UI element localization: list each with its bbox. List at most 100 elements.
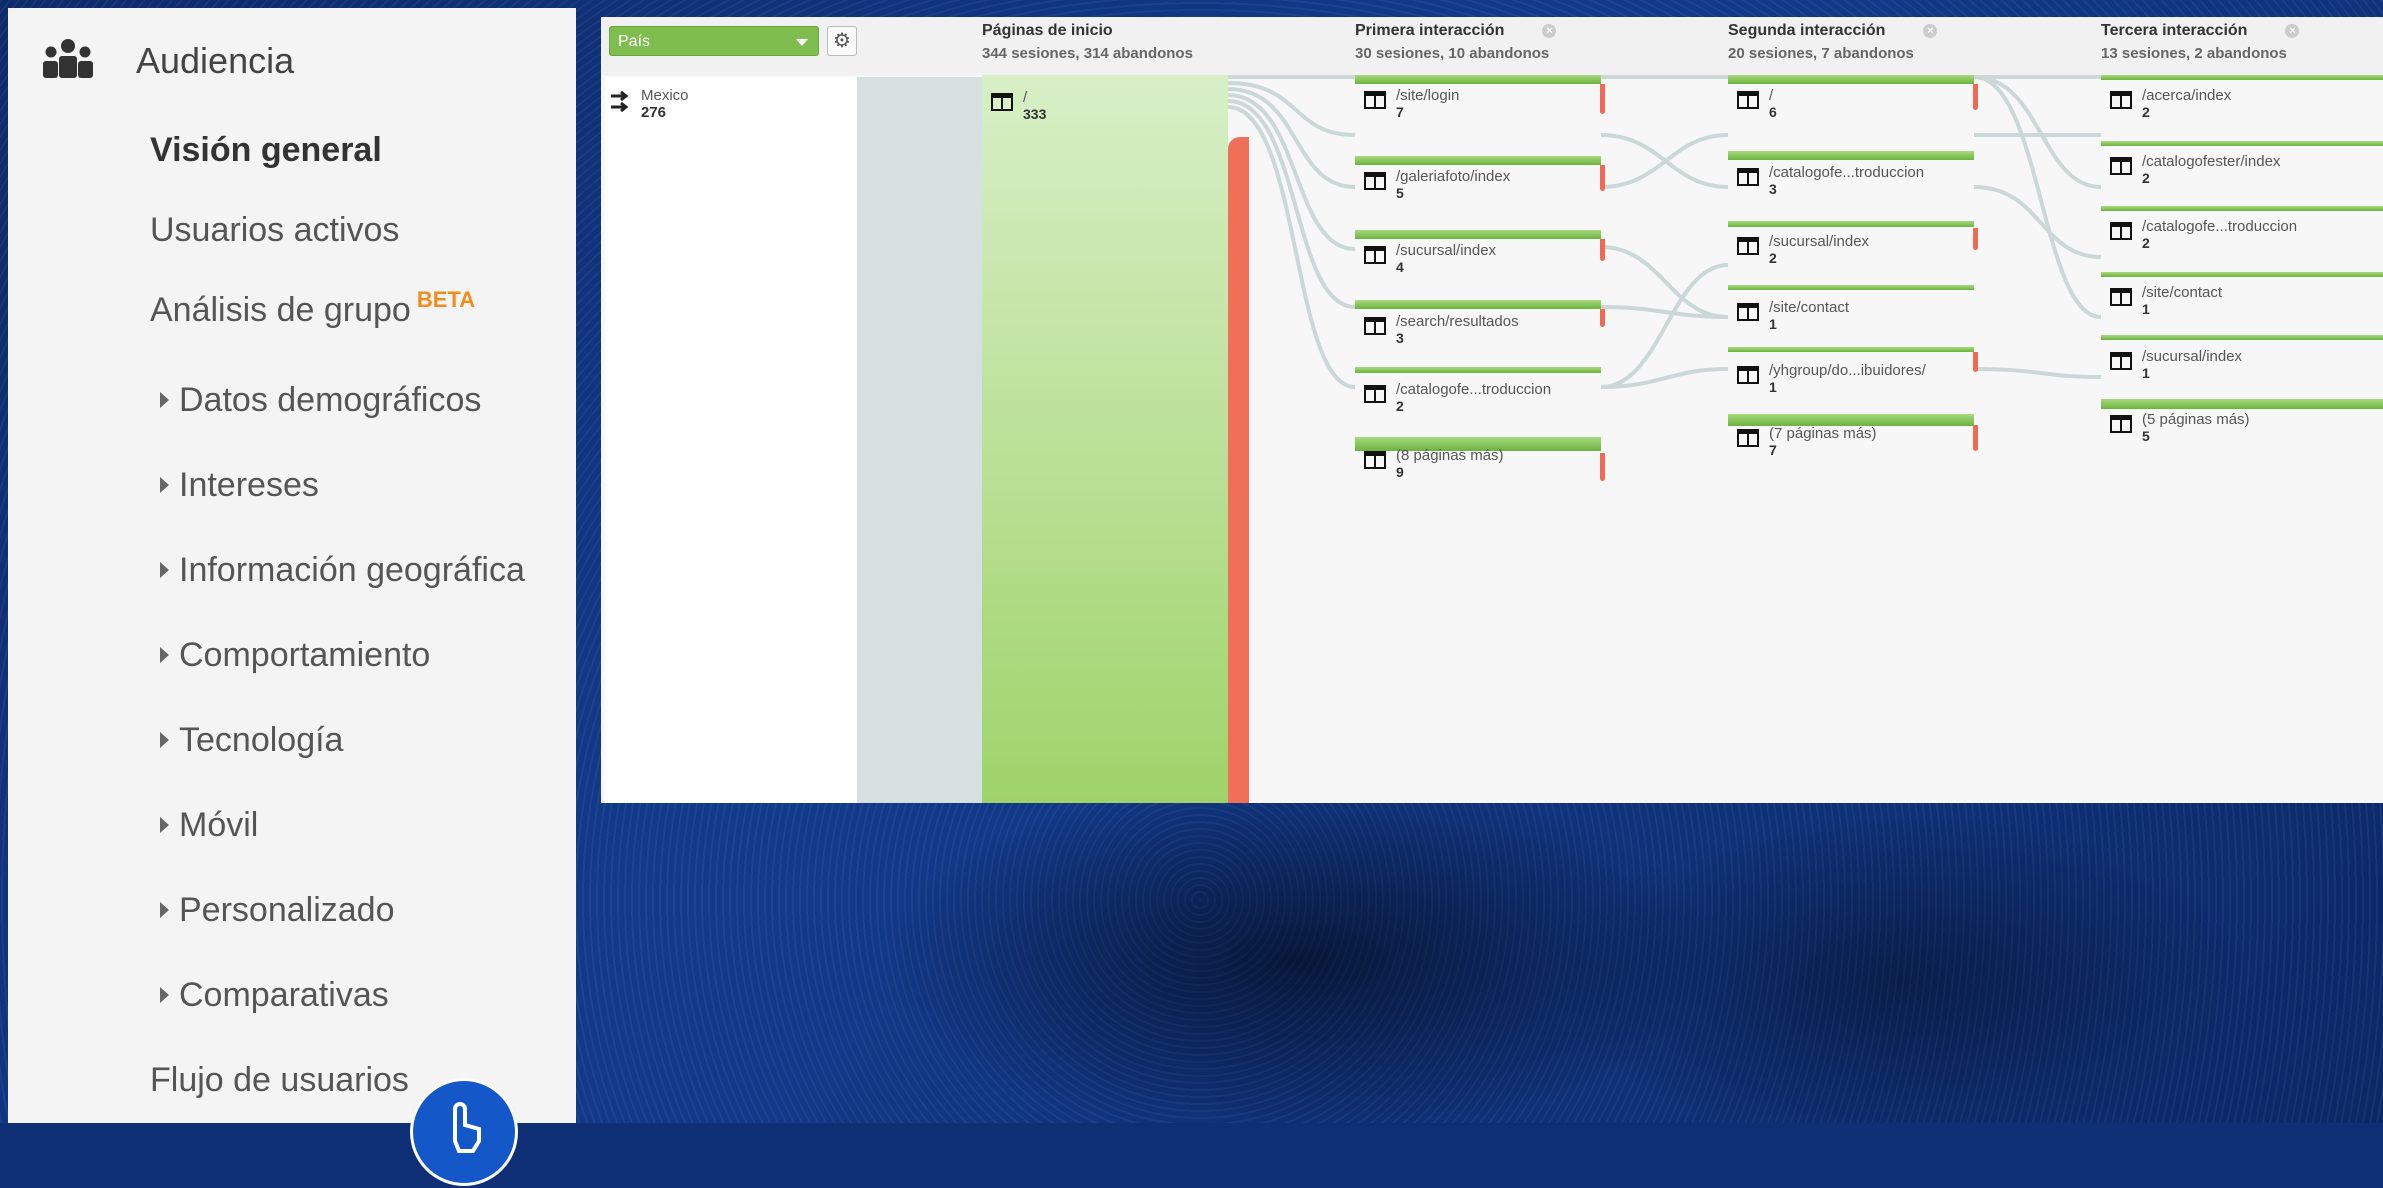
node-bar[interactable]: [2101, 272, 2383, 277]
first-node[interactable]: /catalogofe...troduccion 2: [1364, 381, 1552, 414]
node-bar[interactable]: [1728, 75, 1974, 84]
page-icon: [1737, 168, 1759, 186]
node-bar[interactable]: [1728, 347, 1974, 352]
node-bar[interactable]: [1355, 367, 1601, 373]
node-dropoff[interactable]: [1600, 453, 1605, 481]
page-icon: [2110, 222, 2132, 240]
nav-intereses[interactable]: Intereses: [160, 466, 319, 505]
node-label: /site/contact: [1769, 299, 1850, 316]
third-node[interactable]: /catalogofe...troduccion 2: [2110, 218, 2298, 251]
node-label: (5 páginas más): [2142, 411, 2250, 428]
section-title[interactable]: Audiencia: [136, 40, 294, 82]
nav-datos-demograficos[interactable]: Datos demográficos: [160, 381, 481, 420]
node-label: /sucursal/index: [2142, 348, 2243, 365]
node-dropoff[interactable]: [1600, 84, 1605, 114]
node-dropoff[interactable]: [1600, 239, 1605, 261]
node-label: /catalogofe...troduccion: [1396, 381, 1552, 398]
node-label: /site/login: [1396, 87, 1460, 104]
node-bar[interactable]: [2101, 75, 2383, 80]
nav-flujo-usuarios[interactable]: Flujo de usuarios: [150, 1061, 409, 1100]
node-bar[interactable]: [1355, 300, 1601, 309]
start-page-bar[interactable]: [982, 75, 1228, 803]
page-icon: [1364, 317, 1386, 335]
nav-vision-general[interactable]: Visión general: [150, 131, 382, 170]
node-count: 3: [1396, 330, 1404, 346]
nav-movil[interactable]: Móvil: [160, 806, 258, 845]
first-node[interactable]: (8 páginas más) 9: [1364, 447, 1504, 480]
node-label: /yhgroup/do...ibuidores/: [1769, 362, 1926, 379]
page-icon: [2110, 91, 2132, 109]
page-icon: [1737, 429, 1759, 447]
node-label: /galeriafoto/index: [1396, 168, 1511, 185]
node-dropoff[interactable]: [1973, 352, 1978, 372]
node-bar[interactable]: [1728, 151, 1974, 160]
node-count: 1: [2142, 301, 2150, 317]
node-label: (8 páginas más): [1396, 447, 1504, 464]
node-label: /: [1769, 87, 1774, 104]
nav-informacion-geografica[interactable]: Información geográfica: [160, 551, 525, 590]
nav-usuarios-activos[interactable]: Usuarios activos: [150, 211, 399, 250]
pointer-hand-icon: [410, 1078, 518, 1186]
node-bar[interactable]: [1355, 156, 1601, 165]
second-node[interactable]: /catalogofe...troduccion 3: [1737, 164, 1925, 197]
first-node[interactable]: /site/login 7: [1364, 87, 1460, 120]
third-node[interactable]: /sucursal/index 1: [2110, 348, 2243, 381]
page-icon: [2110, 288, 2132, 306]
node-bar[interactable]: [2101, 399, 2383, 409]
node-bar[interactable]: [1355, 230, 1601, 239]
nav-label: Visión general: [150, 131, 382, 169]
nav-label: Datos demográficos: [179, 381, 482, 419]
expand-caret-icon: [160, 817, 169, 834]
node-bar[interactable]: [2101, 335, 2383, 340]
third-node[interactable]: /acerca/index 2: [2110, 87, 2231, 120]
second-node[interactable]: /yhgroup/do...ibuidores/1: [1737, 362, 1926, 395]
node-bar[interactable]: [1728, 285, 1974, 290]
node-count: 4: [1396, 259, 1404, 275]
nav-tecnologia[interactable]: Tecnología: [160, 721, 343, 760]
second-node[interactable]: /sucursal/index 2: [1737, 233, 1870, 266]
node-count: 9: [1396, 464, 1404, 480]
node-count: 2: [1396, 398, 1404, 414]
node-bar[interactable]: [2101, 141, 2383, 146]
nav-label: Comparativas: [179, 976, 389, 1014]
second-node[interactable]: (7 páginas más) 7: [1737, 425, 1877, 458]
node-dropoff[interactable]: [1973, 228, 1978, 250]
node-dropoff[interactable]: [1600, 165, 1605, 191]
page-icon: [1364, 172, 1386, 190]
nav-comportamiento[interactable]: Comportamiento: [160, 636, 430, 675]
nav-label: Móvil: [179, 806, 259, 844]
node-count: 7: [1396, 104, 1404, 120]
node-label: /search/resultados: [1396, 313, 1519, 330]
node-count: 333: [1023, 106, 1047, 122]
third-node[interactable]: /catalogofester/index 2: [2110, 153, 2280, 186]
node-bar[interactable]: [2101, 206, 2383, 211]
nav-label: Tecnología: [179, 721, 344, 759]
node-label: /catalogofe...troduccion: [2142, 218, 2298, 235]
expand-caret-icon: [160, 987, 169, 1004]
second-node[interactable]: /site/contact 1: [1737, 299, 1850, 332]
node-bar[interactable]: [1728, 221, 1974, 227]
node-label: /: [1023, 89, 1028, 106]
third-node[interactable]: (5 páginas más) 5: [2110, 411, 2250, 444]
third-node[interactable]: /site/contact 1: [2110, 284, 2222, 317]
second-node[interactable]: /6: [1737, 87, 1777, 120]
node-dropoff[interactable]: [1973, 425, 1978, 451]
page-icon: [2110, 352, 2132, 370]
sidebar: Audiencia Visión general Usuarios activo…: [8, 8, 576, 1123]
nav-analisis-grupo[interactable]: Análisis de grupo BETA: [150, 287, 475, 330]
dropoff-bar[interactable]: [1228, 137, 1249, 803]
node-label: /sucursal/index: [1769, 233, 1870, 250]
expand-caret-icon: [160, 562, 169, 579]
nav-comparativas[interactable]: Comparativas: [160, 976, 389, 1015]
first-node[interactable]: /sucursal/index 4: [1364, 242, 1496, 275]
start-node[interactable]: / 333: [991, 89, 1047, 122]
page-icon: [1364, 91, 1386, 109]
first-node[interactable]: /galeriafoto/index 5: [1364, 168, 1511, 201]
node-label: /catalogofe...troduccion: [1769, 164, 1925, 181]
nav-personalizado[interactable]: Personalizado: [160, 891, 394, 930]
node-dropoff[interactable]: [1600, 309, 1605, 327]
first-node[interactable]: /search/resultados 3: [1364, 313, 1519, 346]
page-icon: [991, 93, 1013, 111]
node-dropoff[interactable]: [1973, 84, 1978, 110]
node-bar[interactable]: [1355, 75, 1601, 84]
